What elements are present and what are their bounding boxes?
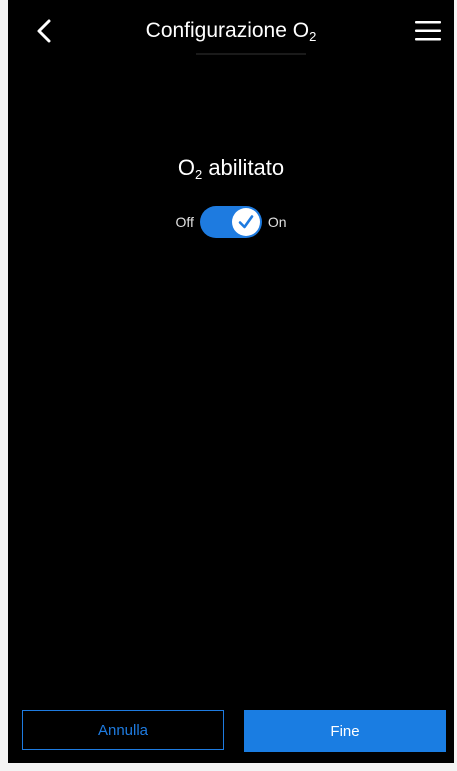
page-title-subscript: 2 xyxy=(309,29,317,44)
cancel-button[interactable]: Annulla xyxy=(22,710,224,750)
toggle-knob xyxy=(231,208,260,236)
app-screen: Configurazione O2 O2 abilitato Off On An… xyxy=(8,0,454,763)
back-button[interactable] xyxy=(30,16,58,46)
o2-enabled-heading: O2 abilitato xyxy=(8,154,454,182)
done-button[interactable]: Fine xyxy=(244,710,446,752)
checkmark-icon xyxy=(238,215,254,229)
footer-bar: Annulla Fine xyxy=(8,708,454,754)
title-divider xyxy=(196,53,306,55)
page-title-text: Configurazione O xyxy=(145,19,310,42)
o2-enabled-toggle[interactable] xyxy=(199,206,262,238)
hamburger-menu-icon xyxy=(415,21,441,41)
heading-main: O xyxy=(177,155,195,180)
o2-toggle-row: Off On xyxy=(8,205,454,239)
menu-button[interactable] xyxy=(414,18,442,44)
toggle-on-label: On xyxy=(267,214,287,230)
toggle-off-label: Off xyxy=(175,214,194,230)
heading-rest: abilitato xyxy=(202,155,285,180)
header-bar: Configurazione O2 xyxy=(8,0,454,60)
chevron-left-icon xyxy=(37,19,51,43)
page-title: Configurazione O2 xyxy=(68,18,394,44)
